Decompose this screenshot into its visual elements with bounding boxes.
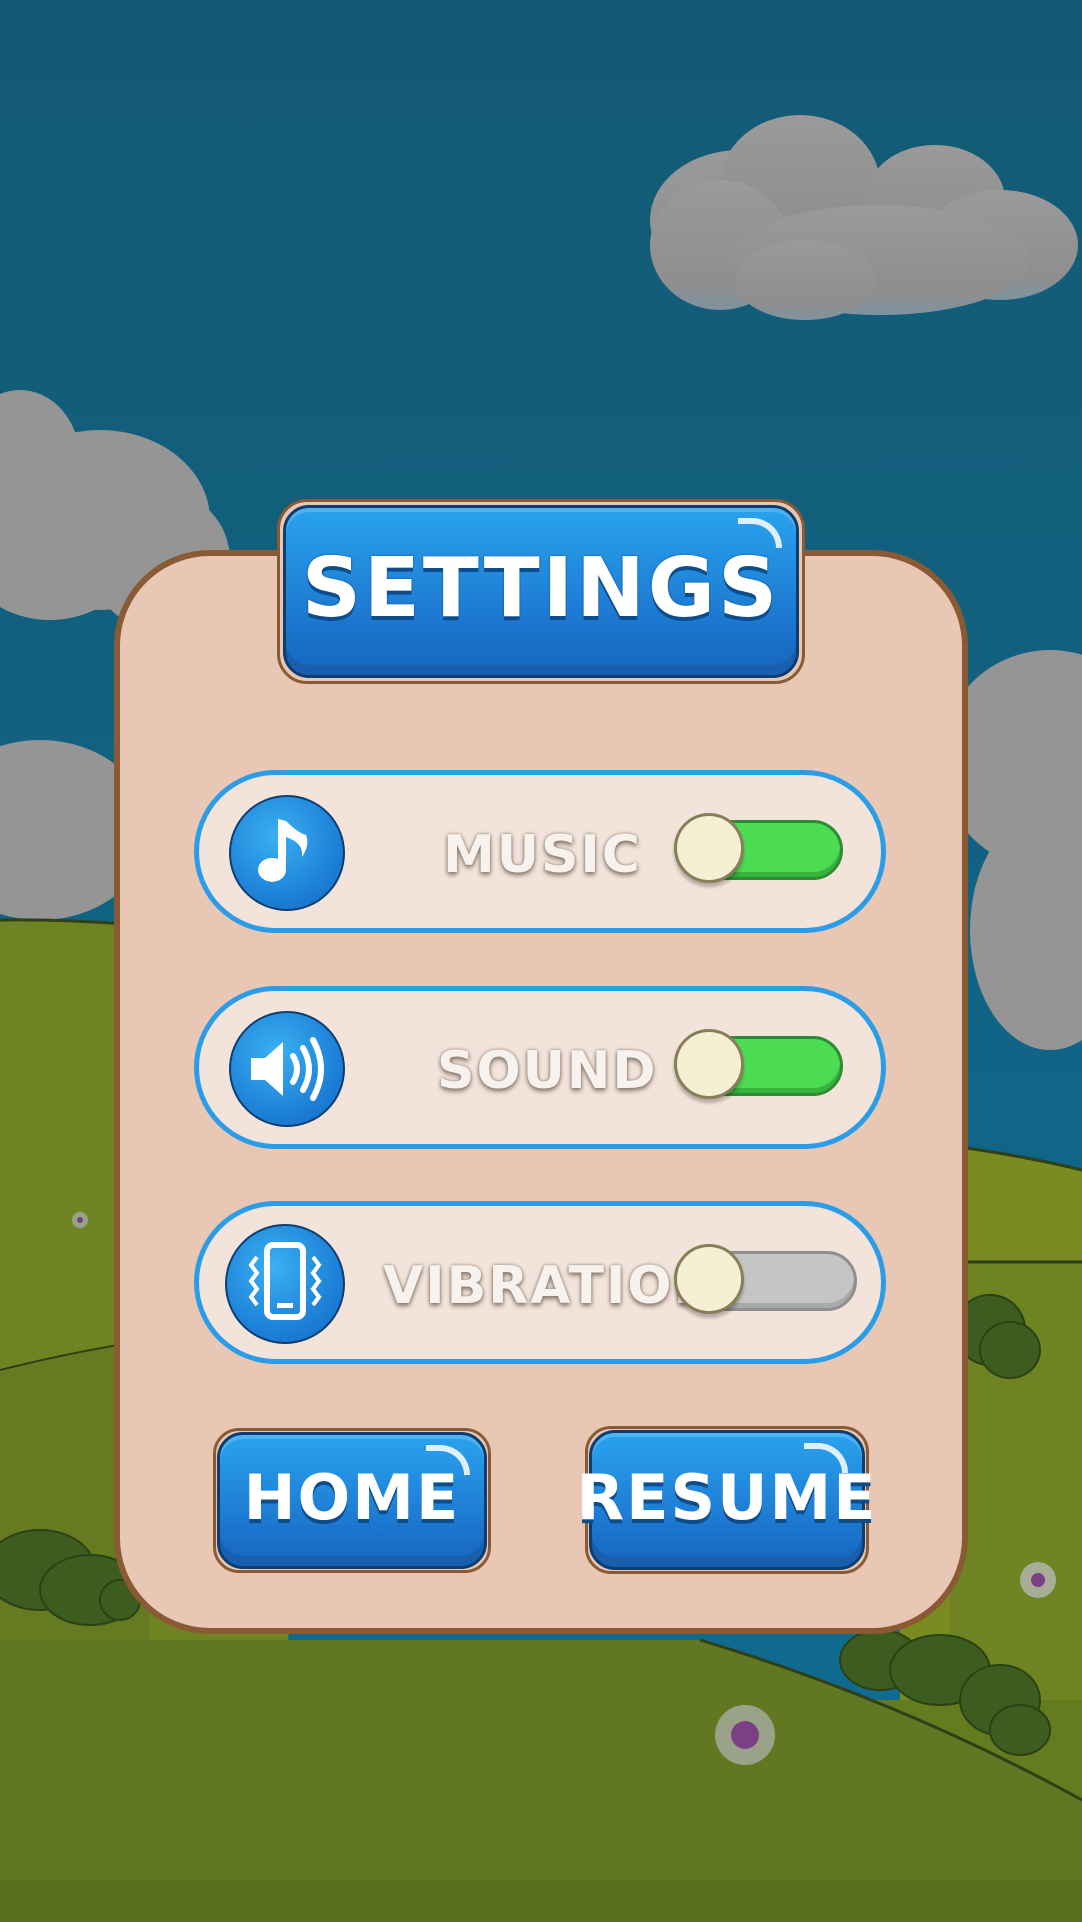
home-button[interactable]: HOME: [217, 1432, 487, 1569]
music-toggle[interactable]: [674, 813, 843, 883]
resume-button[interactable]: RESUME: [576, 1430, 876, 1570]
phone-vibration-icon: [225, 1224, 345, 1344]
sound-toggle[interactable]: [674, 1029, 843, 1099]
settings-title-banner: SETTINGS: [283, 505, 799, 678]
vibration-toggle[interactable]: [674, 1244, 857, 1314]
music-setting-row: MUSIC: [194, 770, 886, 933]
toggle-knob: [674, 1244, 744, 1314]
sound-setting-row: SOUND: [194, 986, 886, 1149]
sound-label: SOUND: [437, 1041, 658, 1101]
music-label: MUSIC: [443, 825, 642, 885]
vibration-setting-row: VIBRATION: [194, 1201, 886, 1364]
gloss-highlight: [426, 1445, 470, 1475]
page-title: SETTINGS: [301, 541, 781, 636]
gloss-highlight: [738, 518, 782, 548]
music-note-icon: [229, 795, 345, 911]
vibration-label: VIBRATION: [383, 1256, 720, 1316]
gloss-highlight: [804, 1443, 848, 1473]
toggle-knob: [674, 813, 744, 883]
speaker-icon: [229, 1011, 345, 1127]
toggle-knob: [674, 1029, 744, 1099]
